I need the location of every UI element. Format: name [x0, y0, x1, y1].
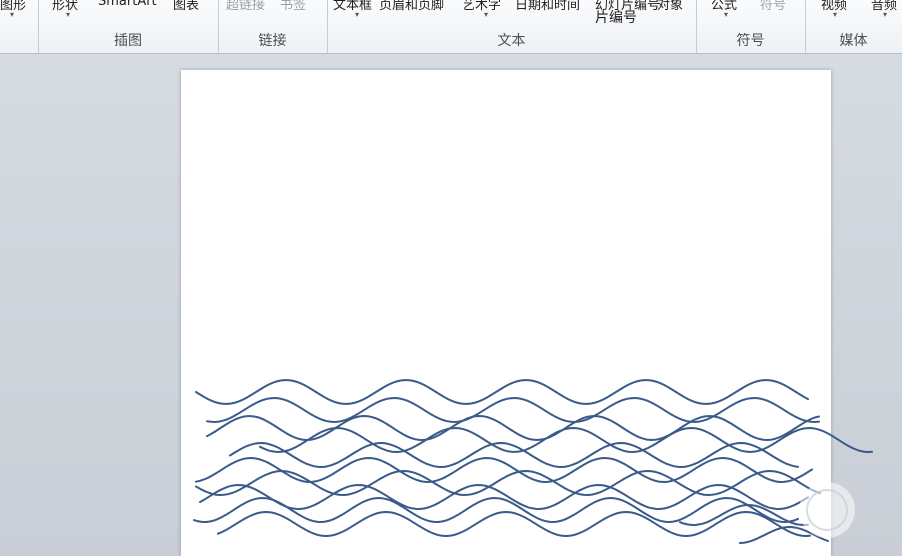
wave-lines-drawing[interactable] [0, 0, 902, 556]
wave-line[interactable] [206, 414, 820, 442]
wave-line[interactable] [206, 396, 820, 424]
wave-line[interactable] [229, 441, 799, 469]
wave-line[interactable] [259, 426, 873, 454]
wave-line[interactable] [199, 483, 809, 511]
baidu-watermark-icon [799, 482, 855, 538]
